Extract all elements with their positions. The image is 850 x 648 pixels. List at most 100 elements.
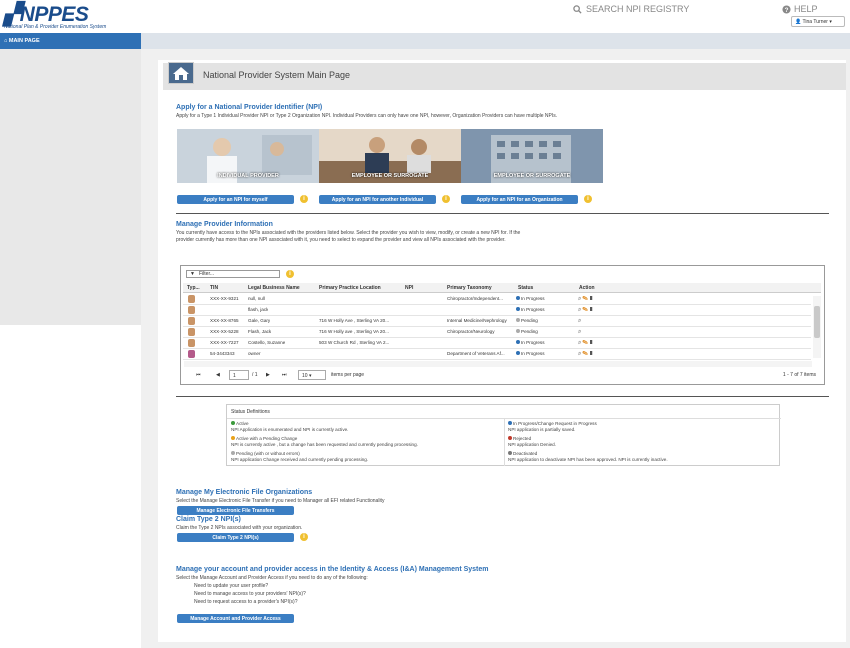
cell-tin: XXX-XX-7227 <box>210 340 239 345</box>
apply-npi-organization-button[interactable]: Apply for an NPI for an Organization <box>461 195 578 204</box>
help-icon: ? <box>782 4 791 13</box>
help-link[interactable]: ? HELP <box>782 4 818 14</box>
in-progress-status-icon <box>508 421 512 425</box>
photo-label-employee-2: EMPLOYEE OR SURROGATE <box>493 173 571 179</box>
status-dot-icon <box>516 340 520 344</box>
cell-tin: XXX-XX-8765 <box>210 318 239 323</box>
table-row[interactable]: XXX-XX-7227 Costello, Suzanne 503 W Chur… <box>183 338 811 349</box>
view-icon[interactable]: ⌕ <box>578 329 582 335</box>
logo-subtitle: National Plan & Provider Enumeration Sys… <box>4 24 107 30</box>
status-dot-icon <box>516 329 520 333</box>
per-page-select[interactable]: 10 ▾ <box>298 370 326 380</box>
apply-npi-another-individual-button[interactable]: Apply for an NPI for another Individual <box>319 195 436 204</box>
cell-location: 716 W Holly Ave , Sterling VA 20... <box>319 318 390 323</box>
provider-type-icon <box>188 328 195 336</box>
status-definitions-box: Status Definitions Active NPI Application… <box>226 404 781 466</box>
photo-label-individual: INDIVIDUAL PROVIDER <box>217 173 279 179</box>
next-page-icon[interactable]: ▶ <box>266 372 270 378</box>
status-definitions-title: Status Definitions <box>231 409 270 415</box>
status-desc: NPI is currently active , but a change h… <box>231 441 418 447</box>
section-divider <box>176 213 829 214</box>
nppes-logo[interactable]: ▞NPPES National Plan & Provider Enumerat… <box>4 2 106 30</box>
manage-account-access-button[interactable]: Manage Account and Provider Access <box>177 614 294 623</box>
table-row[interactable]: XXX-XX-5228 Flash, Jack 716 W Holly ave … <box>183 327 811 338</box>
grid-horizontal-scrollbar[interactable] <box>184 361 812 367</box>
first-page-icon[interactable]: ⏮ <box>196 372 201 378</box>
per-page-label: items per page <box>331 372 365 378</box>
grid-vertical-scrollbar[interactable] <box>813 296 821 358</box>
provider-type-icon <box>188 317 195 325</box>
col-tin[interactable]: TIN <box>210 285 218 291</box>
view-icon[interactable]: ⌕ <box>578 318 582 324</box>
col-type[interactable]: Typ... <box>187 285 200 291</box>
top-header: ▞NPPES National Plan & Provider Enumerat… <box>0 0 850 33</box>
search-npi-registry-link[interactable]: SEARCH NPI REGISTRY <box>573 4 689 14</box>
col-primary-practice-location[interactable]: Primary Practice Location <box>319 285 381 291</box>
col-legal-business-name[interactable]: Legal Business Name <box>248 285 300 291</box>
employee-surrogate-photo-1: EMPLOYEE OR SURROGATE <box>319 129 461 183</box>
cell-location: 503 W Church Rd , Sterling VA 2... <box>319 340 390 345</box>
claim-type2-description: Claim the Type 2 NPIs associated with yo… <box>176 525 303 531</box>
info-icon[interactable]: i <box>442 195 450 203</box>
provider-type-icon <box>188 295 195 303</box>
efi-heading: Manage My Electronic File Organizations <box>176 489 313 496</box>
scrollbar-thumb[interactable] <box>814 306 820 338</box>
search-icon <box>573 4 582 14</box>
apply-npi-myself-button[interactable]: Apply for an NPI for myself <box>177 195 294 204</box>
active-status-icon <box>231 421 235 425</box>
efi-description: Select the Manage Electronic File Transf… <box>176 498 385 504</box>
last-page-icon[interactable]: ⏭ <box>282 372 287 378</box>
provider-type-icon <box>188 306 195 314</box>
cell-name: owner <box>248 351 261 356</box>
cell-name: flash, jack <box>248 307 269 312</box>
user-name: Tina Turner <box>802 19 828 25</box>
claim-type2-heading: Claim Type 2 NPI(s) <box>176 516 241 523</box>
delete-icon[interactable]: ▮ <box>589 340 595 346</box>
logo-mark-icon: ▞ <box>4 3 20 26</box>
info-icon[interactable]: i <box>300 533 308 541</box>
cell-taxonomy: Department of Veterans Af... <box>447 351 505 356</box>
table-row[interactable]: XXX-XX-8765 Gale, Gary 716 W Holly Ave ,… <box>183 316 811 327</box>
grid-header: Typ... TIN Legal Business Name Primary P… <box>183 283 821 293</box>
status-desc: NPI Application is enumerated and NPI is… <box>231 426 349 432</box>
cell-status: In Progress <box>521 340 545 345</box>
info-icon[interactable]: i <box>300 195 308 203</box>
row-actions: ⌕✎▮ <box>578 340 594 347</box>
cell-taxonomy: Internal Medicine/Nephrology <box>447 318 507 323</box>
manage-efi-button[interactable]: Manage Electronic File Transfers <box>177 506 294 515</box>
cell-name: Costello, Suzanne <box>248 340 286 345</box>
cell-taxonomy: Chiropractor/Neurology <box>447 329 495 334</box>
status-desc: NPI application is partially saved. <box>508 426 576 432</box>
delete-icon[interactable]: ▮ <box>589 296 595 302</box>
nav-main-page[interactable]: ⌂ MAIN PAGE <box>0 33 141 49</box>
page-number-input[interactable]: 1 <box>229 370 249 380</box>
logo-text: NPPES <box>19 3 89 26</box>
claim-type2-button[interactable]: Claim Type 2 NPI(s) <box>177 533 294 542</box>
delete-icon[interactable]: ▮ <box>589 307 595 313</box>
sidebar <box>0 49 141 325</box>
status-name: Deactivated <box>513 451 538 456</box>
user-dropdown[interactable]: 👤 Tina Turner ▾ <box>791 16 845 27</box>
status-dot-icon <box>516 296 520 300</box>
ia-heading: Manage your account and provider access … <box>176 566 489 573</box>
col-npi[interactable]: NPI <box>405 285 413 291</box>
info-icon[interactable]: i <box>584 195 592 203</box>
ia-item-3: Need to request access to a provider's N… <box>194 599 298 605</box>
table-row[interactable]: flash, jack In Progress ⌕✎▮ <box>183 305 811 316</box>
delete-icon[interactable]: ▮ <box>589 351 595 357</box>
col-status[interactable]: Status <box>518 285 533 291</box>
filter-input[interactable]: ▼ Filter... <box>186 270 280 278</box>
table-row[interactable]: XXX-XX-9321 null, null Chiropractor/Inde… <box>183 294 811 305</box>
pending-status-icon <box>231 451 235 455</box>
col-primary-taxonomy[interactable]: Primary Taxonomy <box>447 285 492 291</box>
table-row[interactable]: 54-3443343 owner Department of Veterans … <box>183 349 811 360</box>
apply-npi-description: Apply for a Type 1 Individual Provider N… <box>176 113 558 119</box>
help-label: HELP <box>794 4 818 14</box>
status-desc: NPI application Change received and curr… <box>231 456 369 462</box>
prev-page-icon[interactable]: ◀ <box>216 372 220 378</box>
cell-status: Pending <box>521 329 538 334</box>
info-icon[interactable]: i <box>286 270 294 278</box>
cell-name: Gale, Gary <box>248 318 271 323</box>
home-small-icon: ⌂ <box>4 38 8 44</box>
cell-name: Flash, Jack <box>248 329 272 334</box>
